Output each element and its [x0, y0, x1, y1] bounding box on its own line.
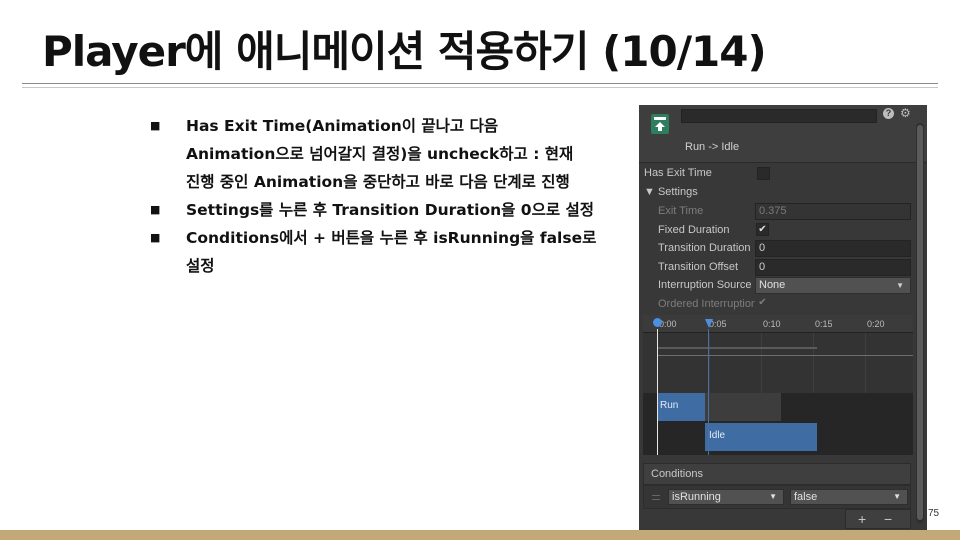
- clip-run-extension: [705, 393, 781, 421]
- bullet-line: Settings를 누른 후 Transition Duration을 0으로 …: [186, 201, 595, 219]
- timeline-curve: [657, 347, 817, 349]
- bullet-line: Has Exit Time(Animation이 끝나고 다음: [186, 117, 499, 135]
- condition-value-dropdown[interactable]: false ▼: [790, 489, 908, 505]
- scrollbar-thumb[interactable]: [917, 125, 923, 520]
- conditions-footer: + −: [845, 509, 911, 529]
- condition-parameter-dropdown[interactable]: isRunning ▼: [668, 489, 784, 505]
- interruption-source-dropdown[interactable]: None ▼: [755, 277, 911, 294]
- conditions-header: Conditions: [643, 463, 911, 485]
- timeline-tick: 0:15: [815, 319, 833, 329]
- bottom-accent-bar: [0, 530, 960, 540]
- transition-duration-row: Transition Duration 0: [639, 240, 913, 258]
- field-label: Fixed Duration: [658, 224, 730, 236]
- object-name-field[interactable]: [681, 109, 877, 123]
- title-divider: [22, 83, 938, 84]
- transition-offset-row: Transition Offset 0: [639, 259, 913, 277]
- dropdown-value: false: [794, 491, 818, 503]
- has-exit-time-label: Has Exit Time: [644, 167, 712, 179]
- chevron-down-icon: ▼: [896, 281, 904, 290]
- playhead-handle[interactable]: [653, 318, 662, 327]
- chevron-down-icon: ▼: [893, 492, 901, 501]
- help-icon[interactable]: ?: [883, 108, 894, 119]
- transition-marker-line: [708, 329, 709, 455]
- field-label: Transition Duration: [658, 242, 751, 254]
- clip-run[interactable]: Run: [657, 393, 705, 421]
- exit-time-field[interactable]: 0.375: [755, 203, 911, 220]
- field-label: Interruption Source: [658, 279, 752, 291]
- title-divider-secondary: [22, 87, 938, 88]
- timeline-baseline: [657, 355, 913, 356]
- bullet-line: 진행 중인 Animation을 중단하고 바로 다음 단계로 진행: [186, 173, 570, 191]
- ordered-interruption-checkbox[interactable]: ✔: [756, 297, 769, 310]
- transition-icon: [651, 114, 669, 134]
- bullet-item: ■ Settings를 누른 후 Transition Duration을 0으…: [150, 196, 630, 224]
- bullet-item: ■ Conditions에서 + 버튼을 누른 후 isRunning을 fal…: [150, 224, 630, 280]
- transition-timeline[interactable]: 0:00 0:05 0:10 0:15 0:20 Run Idle: [643, 315, 913, 455]
- chevron-down-icon: ▼: [769, 492, 777, 501]
- remove-condition-button[interactable]: −: [884, 511, 892, 527]
- interruption-source-row: Interruption Source None ▼: [639, 277, 913, 295]
- playhead-line: [657, 329, 658, 455]
- field-label: Transition Offset: [658, 261, 739, 273]
- bullet-list: ■ Has Exit Time(Animation이 끝나고 다음 Animat…: [150, 112, 630, 280]
- transition-offset-field[interactable]: 0: [755, 259, 911, 276]
- gear-icon[interactable]: ⚙: [900, 106, 911, 120]
- bullet-marker: ■: [150, 231, 161, 244]
- transition-name: Run -> Idle: [685, 141, 740, 153]
- bullet-marker: ■: [150, 119, 161, 132]
- slide-title: Player에 애니메이션 적용하기 (10/14): [42, 27, 767, 76]
- ordered-interruption-row: Ordered Interruption ✔: [639, 296, 913, 314]
- page-number: 75: [928, 508, 940, 519]
- bullet-item: ■ Has Exit Time(Animation이 끝나고 다음 Animat…: [150, 112, 630, 196]
- bullet-line: Conditions에서 + 버튼을 누른 후 isRunning을 false…: [186, 229, 597, 247]
- bullet-line: Animation으로 넘어갈지 결정)을 uncheck하고 : 현재: [186, 145, 574, 163]
- inspector-header: ? ⚙ Run -> Idle: [639, 105, 927, 163]
- exit-time-row: Exit Time 0.375: [639, 203, 913, 221]
- transition-duration-field[interactable]: 0: [755, 240, 911, 257]
- timeline-tick: 0:10: [763, 319, 781, 329]
- has-exit-time-checkbox[interactable]: [757, 167, 770, 180]
- condition-row: isRunning ▼ false ▼: [643, 485, 911, 509]
- timeline-curve-area: [643, 333, 913, 393]
- drag-handle-icon[interactable]: [652, 495, 660, 500]
- unity-inspector-screenshot: ? ⚙ Run -> Idle Has Exit Time ▼ Settings…: [639, 105, 927, 530]
- add-condition-button[interactable]: +: [858, 511, 866, 527]
- timeline-tick: 0:20: [867, 319, 885, 329]
- bullet-marker: ■: [150, 203, 161, 216]
- field-label: Exit Time: [658, 205, 704, 217]
- settings-foldout[interactable]: ▼ Settings: [644, 186, 698, 198]
- clip-idle[interactable]: Idle: [705, 423, 817, 451]
- dropdown-value: None: [759, 279, 786, 291]
- dropdown-value: isRunning: [672, 491, 721, 503]
- fixed-duration-checkbox[interactable]: ✔: [756, 223, 769, 236]
- fixed-duration-row: Fixed Duration ✔: [639, 222, 913, 240]
- bullet-line: 설정: [186, 257, 215, 275]
- field-label: Ordered Interruption: [658, 298, 755, 310]
- timeline-ruler: 0:00 0:05 0:10 0:15 0:20: [643, 315, 913, 333]
